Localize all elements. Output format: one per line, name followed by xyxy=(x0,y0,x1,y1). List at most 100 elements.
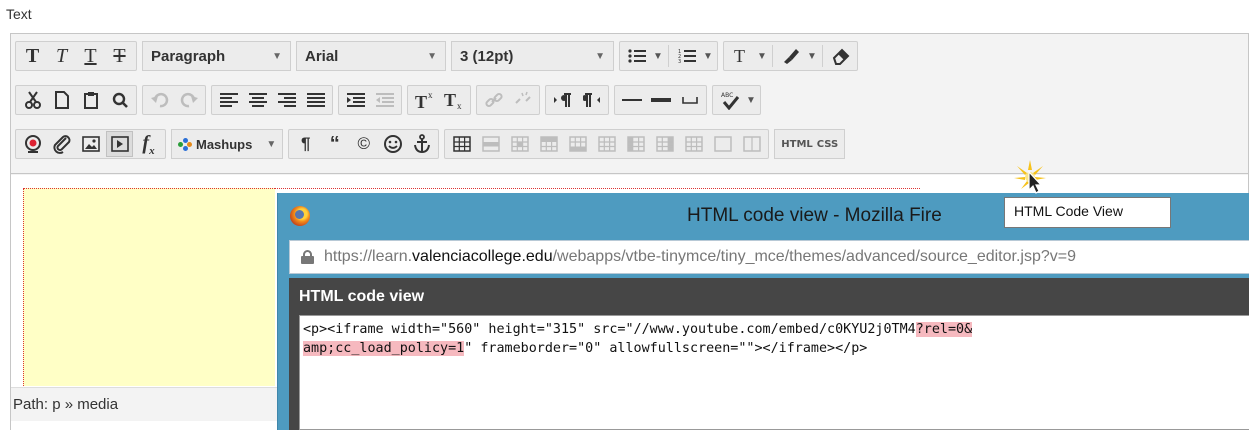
blockquote-button[interactable]: “ xyxy=(321,131,348,157)
ltr-button[interactable] xyxy=(549,87,576,113)
font-family-value: Arial xyxy=(305,47,339,65)
bullet-list-dropdown[interactable]: ▼ xyxy=(651,43,665,69)
superscript-button[interactable]: Tx xyxy=(411,87,438,113)
clipboard-group xyxy=(15,85,137,115)
insert-image-button[interactable] xyxy=(77,131,104,157)
highlight-color-dropdown[interactable]: ▼ xyxy=(805,43,819,69)
text-color-button[interactable]: T xyxy=(727,43,754,69)
table-cell-props-button[interactable] xyxy=(506,131,533,157)
underline-button[interactable]: T xyxy=(77,43,104,69)
italic-button[interactable]: T xyxy=(48,43,75,69)
bullet-list-icon xyxy=(627,49,646,63)
editor-toolbar: T T T T Paragraph ▼ Arial ▼ 3 (12pt) ▼ ▼… xyxy=(11,34,1248,174)
html-source-textarea[interactable]: <p><iframe width="560" height="315" src=… xyxy=(299,315,1249,430)
col-before-icon xyxy=(627,136,645,152)
record-button[interactable] xyxy=(19,131,46,157)
url-path: /webapps/vtbe-tinymce/tiny_mce/themes/ad… xyxy=(552,248,1076,265)
delete-row-icon xyxy=(598,136,616,152)
numbered-list-button[interactable]: 123 xyxy=(673,43,700,69)
html-code-view-button[interactable]: HTML CSS xyxy=(774,129,846,159)
svg-text:x: x xyxy=(457,101,462,110)
svg-text:ABC: ABC xyxy=(721,92,733,99)
media-placeholder[interactable] xyxy=(23,188,275,386)
math-formula-button[interactable]: fx xyxy=(135,131,162,157)
indent-button[interactable] xyxy=(342,87,369,113)
find-button[interactable] xyxy=(106,87,133,113)
copyright-icon: © xyxy=(357,134,371,153)
link-icon xyxy=(484,92,503,108)
url-bar[interactable]: https://learn.valenciacollege.edu/webapp… xyxy=(289,240,1249,274)
unlink-icon xyxy=(514,91,531,104)
outdent-button[interactable] xyxy=(371,87,398,113)
rtl-icon xyxy=(582,93,600,107)
paragraph-select[interactable]: Paragraph ▼ xyxy=(142,41,291,71)
table-row-props-button[interactable] xyxy=(477,131,504,157)
anchor-button[interactable] xyxy=(408,131,435,157)
align-left-button[interactable] xyxy=(215,87,242,113)
horizontal-rule-icon xyxy=(621,99,642,101)
emoticon-button[interactable] xyxy=(379,131,406,157)
horizontal-rule-button[interactable] xyxy=(618,87,645,113)
webcam-icon xyxy=(24,135,41,153)
table-icon xyxy=(453,136,471,152)
highlight-color-button[interactable] xyxy=(777,43,804,69)
subscript-button[interactable]: Tx xyxy=(440,87,467,113)
insert-row-before-button[interactable] xyxy=(535,131,562,157)
align-right-icon xyxy=(277,93,296,107)
numbered-list-dropdown[interactable]: ▼ xyxy=(701,43,715,69)
subscript-icon: Tx xyxy=(444,90,462,110)
strikethrough-icon: T xyxy=(113,44,126,67)
strikethrough-button[interactable]: T xyxy=(106,43,133,69)
html-code-view-window: HTML code view - Mozilla Fire https://le… xyxy=(277,193,1249,430)
copy-button[interactable] xyxy=(48,87,75,113)
unlink-button[interactable] xyxy=(509,87,536,113)
align-center-button[interactable] xyxy=(244,87,271,113)
split-cells-button[interactable] xyxy=(709,131,736,157)
insert-table-button[interactable] xyxy=(448,131,475,157)
attach-file-button[interactable] xyxy=(48,131,75,157)
rtl-button[interactable] xyxy=(578,87,605,113)
mashups-dropdown[interactable]: Mashups ▼ xyxy=(171,129,284,159)
font-size-select[interactable]: 3 (12pt) ▼ xyxy=(451,41,614,71)
font-family-select[interactable]: Arial ▼ xyxy=(296,41,446,71)
merge-cells-icon xyxy=(743,136,761,152)
click-cursor-icon xyxy=(1014,160,1046,194)
align-right-button[interactable] xyxy=(273,87,300,113)
code-text: " frameborder="0" allowfullscreen=""></i… xyxy=(464,341,868,356)
nonbreaking-space-button[interactable] xyxy=(676,87,703,113)
eraser-icon xyxy=(832,48,849,65)
insert-link-button[interactable] xyxy=(480,87,507,113)
cut-button[interactable] xyxy=(19,87,46,113)
paste-button[interactable] xyxy=(77,87,104,113)
spellcheck-button[interactable]: ABC xyxy=(716,87,743,113)
clear-formatting-button[interactable] xyxy=(827,43,854,69)
thick-rule-button[interactable] xyxy=(647,87,674,113)
path-label: Path: xyxy=(13,396,49,413)
align-justify-button[interactable] xyxy=(302,87,329,113)
insert-col-after-button[interactable] xyxy=(651,131,678,157)
bullet-list-button[interactable] xyxy=(623,43,650,69)
list-group: ▼ 123 ▼ xyxy=(619,41,718,71)
special-character-button[interactable]: © xyxy=(350,131,377,157)
mashups-icon xyxy=(178,138,192,151)
merge-cells-button[interactable] xyxy=(738,131,765,157)
delete-row-button[interactable] xyxy=(593,131,620,157)
quote-icon: “ xyxy=(329,132,340,155)
path-value: p » media xyxy=(52,396,119,413)
space-icon xyxy=(681,97,698,104)
delete-col-button[interactable] xyxy=(680,131,707,157)
highlighter-icon xyxy=(783,49,799,64)
text-color-dropdown[interactable]: ▼ xyxy=(755,43,769,69)
insert-media-group: fx xyxy=(15,129,166,159)
insert-row-after-button[interactable] xyxy=(564,131,591,157)
spellcheck-dropdown[interactable]: ▼ xyxy=(744,87,758,113)
redo-button[interactable] xyxy=(175,87,202,113)
image-icon xyxy=(81,136,100,152)
bold-button[interactable]: T xyxy=(19,43,46,69)
numbered-list-icon: 123 xyxy=(678,49,696,64)
insert-col-before-button[interactable] xyxy=(622,131,649,157)
insert-media-button[interactable] xyxy=(106,131,133,157)
paragraph-mark-button[interactable]: ¶ xyxy=(292,131,319,157)
undo-button[interactable] xyxy=(146,87,173,113)
table-group xyxy=(444,129,770,159)
